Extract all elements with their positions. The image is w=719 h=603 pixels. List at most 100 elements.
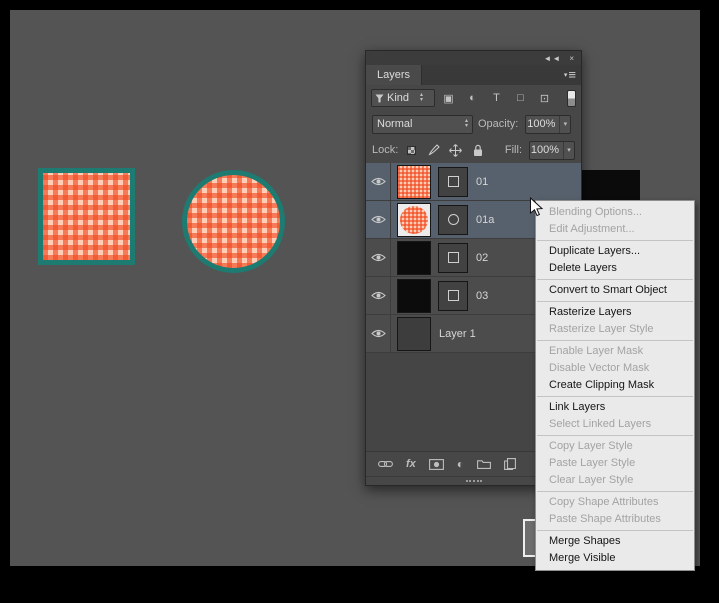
blend-mode-dropdown[interactable]: Normal ▴ ▾: [372, 114, 473, 134]
menu-separator: [537, 301, 693, 302]
layer-name[interactable]: 01a: [476, 214, 494, 226]
menu-item-clear-layer-style: Clear Layer Style: [549, 474, 634, 486]
menu-item-duplicate-layers[interactable]: Duplicate Layers...: [536, 243, 694, 260]
filter-smart-objects-button[interactable]: ⊡: [534, 89, 555, 107]
menu-item-rasterize-layer-style: Rasterize Layer Style: [549, 323, 654, 335]
dropdown-arrow-icon: ▾: [559, 115, 570, 133]
layer-thumbnail[interactable]: [397, 278, 431, 313]
menu-item-enable-layer-mask: Enable Layer Mask: [549, 345, 644, 357]
eye-icon: [370, 177, 386, 186]
lock-row: Lock: Fill: 100% ▾: [366, 137, 581, 163]
menu-separator: [537, 435, 693, 436]
opacity-dropdown[interactable]: 100% ▾: [525, 114, 572, 134]
mask-shape: [447, 176, 459, 187]
lock-label: Lock:: [372, 144, 399, 156]
layer-thumbnail[interactable]: [397, 316, 431, 351]
link-icon: [378, 461, 393, 467]
spinner-down-icon: ▾: [464, 123, 468, 129]
layer-filtering-toggle[interactable]: [567, 89, 576, 107]
layer-name[interactable]: Layer 1: [439, 328, 476, 340]
layer-visibility-toggle[interactable]: [366, 277, 391, 314]
menu-item-copy-shape-attributes: Copy Shape Attributes: [549, 496, 659, 508]
lock-position-button[interactable]: [447, 142, 464, 159]
filter-shape-layers-button[interactable]: □: [510, 89, 531, 107]
brush-icon: [428, 144, 440, 156]
spinner-down-icon: ▾: [420, 97, 424, 103]
layer-name[interactable]: 02: [476, 252, 488, 264]
menu-item-merge-visible[interactable]: Merge Visible: [536, 550, 694, 567]
layer-mask-thumbnail[interactable]: [438, 242, 468, 273]
menu-separator: [537, 340, 693, 341]
dropdown-arrow-icon: ▾: [563, 141, 574, 159]
filter-kind-dropdown[interactable]: Kind ▴ ▾: [371, 89, 435, 107]
filter-pick-icon: [375, 94, 384, 102]
layer-name[interactable]: 01: [476, 176, 488, 188]
lock-icon: [473, 144, 482, 156]
menu-separator: [537, 279, 693, 280]
menu-item-create-clipping-mask[interactable]: Create Clipping Mask: [536, 377, 694, 394]
photoshop-window: ◄◄ × Layers ▾≡ Kind ▴ ▾ ▣ ◐ T □ ⊡ Normal …: [0, 0, 719, 603]
new-layer-icon: [504, 458, 516, 470]
fill-value: 100%: [530, 144, 559, 156]
opacity-value: 100%: [527, 118, 556, 130]
menu-separator: [537, 240, 693, 241]
new-adjustment-layer-button[interactable]: ◐: [457, 457, 464, 471]
kind-spinner-icon: ▴ ▾: [412, 92, 431, 103]
menu-item-paste-shape-attributes: Paste Shape Attributes: [549, 513, 661, 525]
lock-all-button[interactable]: [469, 142, 486, 159]
link-layers-button[interactable]: [378, 460, 393, 468]
layer-visibility-toggle[interactable]: [366, 315, 391, 352]
menu-item-select-linked-layers: Select Linked Layers: [549, 418, 652, 430]
filter-kind-label: Kind: [387, 92, 410, 104]
layer-mask-icon: [428, 458, 444, 470]
panel-tab-bar: Layers ▾≡: [366, 65, 581, 85]
layer-thumbnail[interactable]: [397, 240, 431, 275]
panel-menu-icon: ≡: [568, 67, 576, 82]
panel-menu-arrow-icon: ▾: [563, 72, 568, 79]
opacity-label: Opacity:: [478, 118, 519, 130]
filter-smart-objects-icon: ⊡: [539, 92, 550, 105]
menu-item-merge-shapes[interactable]: Merge Shapes: [536, 533, 694, 550]
layer-row-01[interactable]: 01: [366, 163, 581, 201]
filter-type-layers-button[interactable]: T: [486, 89, 507, 107]
filter-shape-layers-icon: □: [517, 92, 524, 104]
menu-item-edit-adjustment: Edit Adjustment...: [549, 223, 635, 235]
filter-type-layers-icon: T: [493, 92, 500, 104]
move-icon: [449, 143, 463, 157]
lock-pixels-button[interactable]: [425, 142, 442, 159]
layer-filter-bar: Kind ▴ ▾ ▣ ◐ T □ ⊡: [366, 85, 581, 111]
menu-item-rasterize-layers[interactable]: Rasterize Layers: [536, 304, 694, 321]
layer-mask-thumbnail[interactable]: [438, 280, 468, 311]
filter-adjustment-layers-icon: ◐: [469, 92, 476, 104]
fill-label: Fill:: [504, 144, 522, 156]
transparency-checker-icon: [407, 145, 417, 155]
lock-transparency-button[interactable]: [403, 142, 420, 159]
menu-item-convert-to-smart-object[interactable]: Convert to Smart Object: [536, 282, 694, 299]
panel-menu-button[interactable]: ▾≡: [564, 67, 576, 84]
layer-mask-thumbnail[interactable]: [438, 166, 468, 197]
menu-separator: [537, 396, 693, 397]
layer-name[interactable]: 03: [476, 290, 488, 302]
layer-style-button[interactable]: fx: [406, 458, 416, 470]
eye-icon: [370, 291, 386, 300]
add-layer-mask-button[interactable]: [428, 458, 444, 470]
new-group-button[interactable]: [477, 459, 491, 469]
menu-separator: [537, 491, 693, 492]
layer-thumbnail[interactable]: [397, 164, 431, 199]
new-layer-button[interactable]: [504, 458, 516, 470]
fill-dropdown[interactable]: 100% ▾: [529, 140, 575, 160]
menu-item-link-layers[interactable]: Link Layers: [536, 399, 694, 416]
layer-visibility-toggle[interactable]: [366, 163, 391, 200]
layer-thumbnail[interactable]: [397, 202, 431, 237]
filter-adjustment-layers-button[interactable]: ◐: [462, 89, 483, 107]
collapse-panel-icon[interactable]: ◄◄: [543, 54, 561, 63]
close-panel-icon[interactable]: ×: [569, 54, 575, 63]
panel-titlebar: ◄◄ ×: [366, 51, 581, 65]
mask-shape: [447, 252, 459, 263]
filter-pixel-layers-button[interactable]: ▣: [438, 89, 459, 107]
layer-mask-thumbnail[interactable]: [438, 204, 468, 235]
layer-visibility-toggle[interactable]: [366, 239, 391, 276]
menu-item-delete-layers[interactable]: Delete Layers: [536, 260, 694, 277]
layer-visibility-toggle[interactable]: [366, 201, 391, 238]
tab-layers[interactable]: Layers: [366, 65, 423, 85]
